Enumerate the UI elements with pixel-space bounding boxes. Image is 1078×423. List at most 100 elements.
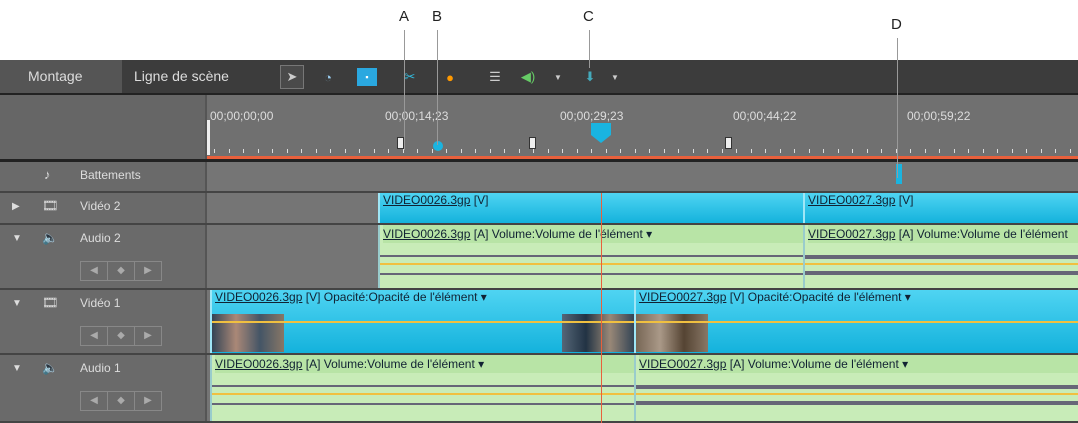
ruler-tick xyxy=(518,149,520,153)
ruler-tick xyxy=(794,149,795,153)
selection-tool-icon[interactable]: ➤ xyxy=(280,65,304,89)
ruler-tick xyxy=(431,149,433,153)
ruler-tick xyxy=(286,149,288,153)
callout-line xyxy=(437,30,438,145)
ruler-tick xyxy=(243,149,244,153)
ruler-tick xyxy=(272,149,273,153)
ruler-tick xyxy=(953,149,955,153)
video-clip[interactable]: VIDEO0027.3gp [V] xyxy=(803,193,1078,223)
collapse-icon[interactable]: ▼ xyxy=(12,298,22,309)
ruler-tick xyxy=(547,149,549,153)
ruler-tick xyxy=(736,149,737,153)
work-area-start[interactable] xyxy=(207,120,210,155)
ruler-tick xyxy=(1026,149,1027,153)
callout-line xyxy=(897,38,898,178)
timecode: 00;00;14;23 xyxy=(385,109,449,123)
marker-flag[interactable] xyxy=(529,137,536,149)
ruler-tick xyxy=(678,149,679,153)
music-note-icon: ♪ xyxy=(44,167,51,182)
timecode: 00;00;29;23 xyxy=(560,109,624,123)
ruler-tick xyxy=(1011,149,1013,153)
marker-icon[interactable]: ⬇ xyxy=(580,68,600,86)
track-video-1: ▼ 🎞 Vidéo 1 ◀ ◆ ▶ VIDEO0026.3gp [V] Opacité:… xyxy=(0,290,1078,355)
beat-marker[interactable] xyxy=(433,141,443,151)
audio-clip[interactable]: VIDEO0027.3gp [A] Volume:Volume de l'élé… xyxy=(803,225,1078,288)
ruler-tick xyxy=(837,149,839,153)
ruler-tick xyxy=(460,149,462,153)
track-name: Vidéo 2 xyxy=(80,199,121,213)
chevron-down-icon[interactable]: ▼ xyxy=(548,68,568,86)
film-icon: 🎞 xyxy=(42,198,59,213)
ruler-tick xyxy=(315,149,317,153)
speaker-icon: 🔈 xyxy=(42,360,59,375)
ruler-tick xyxy=(881,149,882,153)
keyframe-controls[interactable]: ◀ ◆ ▶ xyxy=(80,391,162,411)
callout-c: C xyxy=(583,8,594,25)
chevron-down-icon[interactable]: ▼ xyxy=(605,68,625,86)
ruler-tick xyxy=(533,149,534,153)
ruler-tick xyxy=(417,149,418,153)
track-name: Battements xyxy=(80,168,141,182)
keyframe-controls[interactable]: ◀ ◆ ▶ xyxy=(80,261,162,281)
ruler-tick xyxy=(446,149,447,153)
collapse-icon[interactable]: ▼ xyxy=(12,363,22,374)
track-audio-2: ▼ 🔈 Audio 2 ◀ ◆ ▶ VIDEO0026.3gp [A] Volume:V… xyxy=(0,225,1078,290)
ruler-tick xyxy=(765,149,766,153)
tab-ligne-de-scene[interactable]: Ligne de scène xyxy=(122,60,241,93)
split-clip-icon[interactable]: ✂ xyxy=(400,68,420,86)
smart-fit-icon[interactable]: ▪ xyxy=(357,68,377,86)
menu-marker-icon[interactable] xyxy=(591,123,611,143)
ruler-tick xyxy=(1055,149,1056,153)
thumbnail xyxy=(212,314,284,352)
ruler-tick xyxy=(1040,149,1042,153)
video-clip[interactable]: VIDEO0026.3gp [V] xyxy=(378,193,803,223)
ruler-tick xyxy=(808,149,810,153)
callout-line xyxy=(404,30,405,150)
ruler-header xyxy=(0,95,207,159)
track-battements: ♪ Battements xyxy=(0,162,1078,193)
ruler-tick xyxy=(852,149,853,153)
ruler-tick xyxy=(910,149,911,153)
tab-montage[interactable]: Montage xyxy=(0,60,122,93)
ruler-tick xyxy=(823,149,824,153)
audio-clip[interactable]: VIDEO0026.3gp [A] Volume:Volume de l'élé… xyxy=(378,225,803,288)
collapse-icon[interactable]: ▼ xyxy=(12,233,22,244)
callout-b: B xyxy=(432,8,443,25)
ruler-tick xyxy=(634,149,636,153)
ruler-tick xyxy=(257,149,259,153)
timecode: 00;00;59;22 xyxy=(907,109,971,123)
smart-mix-icon[interactable]: ● xyxy=(440,68,460,86)
ruler-tick xyxy=(620,149,621,153)
ruler-tick xyxy=(576,149,578,153)
time-stretch-icon[interactable]: ◔ xyxy=(318,68,338,86)
callout-d: D xyxy=(891,16,902,33)
time-ruler[interactable]: 00;00;00;00 00;00;14;23 00;00;29;23 00;0… xyxy=(0,95,1078,162)
playhead-line[interactable] xyxy=(601,193,602,423)
video-clip[interactable]: VIDEO0026.3gp [V] Opacité:Opacité de l'é… xyxy=(210,290,634,353)
ruler-tick xyxy=(475,149,476,153)
ruler-tick xyxy=(649,149,650,153)
ruler-tick xyxy=(692,149,694,153)
ruler-tick xyxy=(939,149,940,153)
video-clip[interactable]: VIDEO0027.3gp [V] Opacité:Opacité de l'é… xyxy=(634,290,1078,353)
volume-icon[interactable]: ◀) xyxy=(518,68,538,86)
audio-clip[interactable]: VIDEO0027.3gp [A] Volume:Volume de l'élé… xyxy=(634,355,1078,421)
ruler-tick xyxy=(721,149,723,153)
expand-icon[interactable]: ▶ xyxy=(12,201,20,212)
track-name: Audio 1 xyxy=(80,361,121,375)
ruler-tick xyxy=(750,149,752,153)
audio-clip[interactable]: VIDEO0026.3gp [A] Volume:Volume de l'élé… xyxy=(210,355,634,421)
timecode: 00;00;00;00 xyxy=(210,109,274,123)
keyframe-controls[interactable]: ◀ ◆ ▶ xyxy=(80,326,162,346)
ruler-tick xyxy=(982,149,984,153)
markers-list-icon[interactable]: ☰ xyxy=(485,68,505,86)
ruler-tick xyxy=(214,149,215,153)
track-video-2: ▶ 🎞 Vidéo 2 VIDEO0026.3gp [V] VIDEO0027.3g… xyxy=(0,193,1078,225)
timecode: 00;00;44;22 xyxy=(733,109,797,123)
ruler-tick xyxy=(663,149,665,153)
marker-flag[interactable] xyxy=(725,137,732,149)
marker-flag[interactable] xyxy=(397,137,404,149)
track-name: Audio 2 xyxy=(80,231,121,245)
ruler-tick xyxy=(591,149,592,153)
ruler-tick xyxy=(924,149,926,153)
